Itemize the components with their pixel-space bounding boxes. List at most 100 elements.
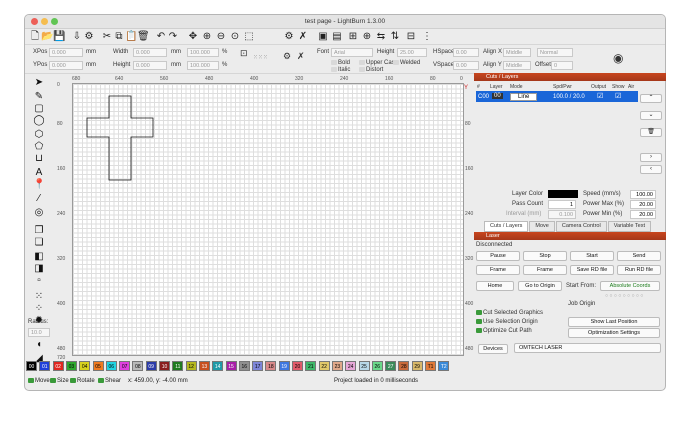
open-folder-icon[interactable]: 📂 (41, 31, 53, 43)
palette-swatch[interactable]: 11 (172, 361, 184, 371)
polygon-alt-icon[interactable]: ⬠ (33, 141, 45, 153)
laser-tool-icon[interactable]: ⁄ (33, 193, 45, 205)
cut-selected-checkbox[interactable]: Cut Selected Graphics (476, 310, 543, 316)
size-toggle[interactable]: Size (50, 375, 69, 388)
delete-layer-button[interactable]: 🗑 (640, 128, 662, 137)
cross-shape[interactable] (86, 95, 154, 181)
position-pin-icon[interactable]: 📍 (33, 179, 45, 191)
offset-input[interactable]: 0 (551, 61, 573, 70)
copy-icon[interactable]: ⧉ (113, 31, 125, 43)
undo-icon[interactable]: ↶ (155, 31, 167, 43)
mirror-icon[interactable]: ✗ (297, 51, 305, 62)
grid-array-icon[interactable]: ⁙ (33, 291, 45, 303)
flip-v-icon[interactable]: ⇅ (389, 31, 401, 43)
node-edit-icon[interactable]: ◖ (33, 339, 45, 351)
hspace-input[interactable]: 0.00 (453, 48, 479, 57)
camera-icon[interactable]: ◉ (613, 51, 623, 65)
rectangle-icon[interactable]: ▢ (33, 103, 45, 115)
output-check-icon[interactable]: ☑ (597, 92, 603, 100)
palette-swatch[interactable]: 12 (185, 361, 197, 371)
palette-swatch[interactable]: 13 (198, 361, 210, 371)
palette-swatch[interactable]: 20 (292, 361, 303, 371)
palette-swatch[interactable]: 06 (105, 361, 117, 371)
job-origin-grid-icon[interactable]: ○ ○ ○ ○ ○ ○ ○ ○ ○ (605, 293, 643, 299)
italic-checkbox[interactable]: Italic (331, 67, 350, 73)
palette-swatch[interactable]: 27 (385, 361, 397, 371)
device-select[interactable]: OMTECH LASER (514, 343, 661, 353)
move-toggle[interactable]: Move (28, 375, 50, 388)
settings-icon[interactable]: ⚙ (83, 31, 95, 43)
rotate-icon[interactable]: ⚙ (283, 51, 291, 62)
zoom-window-button[interactable] (51, 18, 58, 25)
anchor-grid-icon[interactable]: ⁙⁙⁙ (253, 54, 268, 61)
move-layer-down-button[interactable]: ⌄ (640, 111, 662, 120)
optimization-settings-button[interactable]: Optimization Settings (568, 328, 660, 338)
height-input[interactable]: 0.000 (133, 61, 167, 70)
center-icon[interactable]: ⊕ (361, 31, 373, 43)
boolean-small-icon[interactable]: ▫ (33, 275, 45, 287)
use-selection-origin-checkbox[interactable]: Use Selection Origin (476, 319, 538, 325)
offset-icon[interactable]: ◎ (33, 207, 45, 219)
flip-h-icon[interactable]: ⇆ (375, 31, 387, 43)
boolean-union-icon[interactable]: ❏ (33, 237, 45, 249)
frame-circle-button[interactable]: Frame (523, 265, 567, 275)
align-x-select[interactable]: Middle (503, 48, 531, 57)
palette-swatch[interactable]: 19 (278, 361, 290, 371)
palette-swatch[interactable]: 24 (345, 361, 357, 371)
ypos-input[interactable]: 0.000 (49, 61, 83, 70)
redo-icon[interactable]: ↷ (167, 31, 179, 43)
tab-camera-control[interactable]: Camera Control (555, 221, 607, 232)
circular-array-icon[interactable]: ✹ (33, 315, 45, 327)
work-area-grid[interactable] (72, 83, 464, 356)
lock-ratio-icon[interactable]: ⊡ (240, 48, 248, 59)
home-button[interactable]: Home (476, 281, 514, 291)
minimize-window-button[interactable] (41, 18, 48, 25)
width-input[interactable]: 0.000 (133, 48, 167, 57)
welded-checkbox[interactable]: Welded (393, 60, 420, 66)
shear-toggle[interactable]: Shear (98, 375, 121, 388)
grid-dots-icon[interactable]: ⁘ (33, 303, 45, 315)
palette-swatch[interactable]: 10 (159, 361, 170, 371)
speed-input[interactable]: 100.00 (630, 190, 656, 199)
import-icon[interactable]: ⇩ (71, 31, 83, 43)
ungroup-icon[interactable]: ▤ (331, 31, 343, 43)
zoom-frame-icon[interactable]: ⊙ (229, 31, 241, 43)
zoom-out-icon[interactable]: ⊖ (215, 31, 227, 43)
tab-variable-text[interactable]: Variable Text (607, 221, 651, 232)
go-to-origin-button[interactable]: Go to Origin (518, 281, 562, 291)
palette-swatch[interactable]: 04 (79, 361, 91, 371)
palette-swatch[interactable]: 08 (132, 361, 144, 371)
rotate-toggle[interactable]: Rotate (70, 375, 95, 388)
font-select[interactable]: Arial (331, 48, 373, 57)
select-arrow-icon[interactable]: ➤ (33, 77, 45, 89)
align-icon[interactable]: ⊞ (347, 31, 359, 43)
text-height-input[interactable]: 25.00 (397, 48, 427, 57)
palette-swatch[interactable]: 26 (371, 361, 383, 371)
distribute-icon[interactable]: ⊟ (405, 31, 417, 43)
tab-move[interactable]: Move (529, 221, 555, 232)
new-file-icon[interactable]: 🗋 (29, 31, 41, 43)
radius-input[interactable]: 10.0 (28, 328, 50, 337)
align-y-select[interactable]: Middle (503, 61, 531, 70)
palette-swatch[interactable]: T1 (425, 361, 436, 371)
stop-button[interactable]: Stop (523, 251, 567, 261)
ellipse-icon[interactable]: ◯ (33, 115, 45, 127)
distort-checkbox[interactable]: Distort (359, 67, 383, 73)
palette-swatch[interactable]: 03 (65, 361, 77, 371)
palette-swatch[interactable]: 28 (398, 361, 410, 371)
text-icon[interactable]: A (33, 167, 45, 179)
previous-layer-button[interactable]: ‹ (640, 165, 662, 174)
next-layer-button[interactable]: › (640, 153, 662, 162)
palette-swatch[interactable]: 18 (265, 361, 277, 371)
palette-swatch[interactable]: 23 (331, 361, 343, 371)
measure-icon[interactable]: ⊔ (33, 153, 45, 165)
palette-swatch[interactable]: 17 (252, 361, 264, 371)
height-percent-input[interactable]: 100.000 (187, 61, 219, 70)
pause-button[interactable]: Pause (476, 251, 520, 261)
palette-swatch[interactable]: 07 (119, 361, 131, 371)
optimize-cut-path-checkbox[interactable]: Optimize Cut Path (476, 328, 532, 334)
palette-swatch[interactable]: 16 (238, 361, 250, 371)
palette-swatch[interactable]: 25 (358, 361, 370, 371)
palette-swatch[interactable]: T2 (438, 361, 450, 371)
palette-swatch[interactable]: 21 (305, 361, 317, 371)
